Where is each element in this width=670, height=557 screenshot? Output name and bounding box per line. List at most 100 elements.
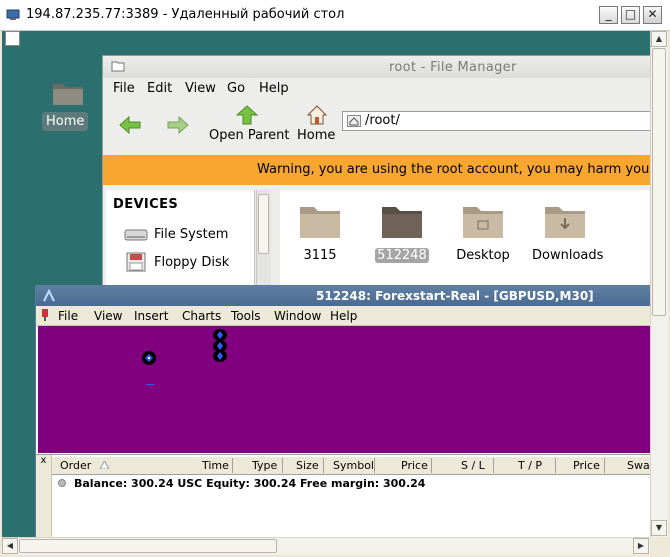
menu-help[interactable]: Help <box>259 81 289 96</box>
column-separator[interactable] <box>493 458 494 473</box>
column-swap[interactable]: Swap <box>627 459 650 474</box>
address-path: /root/ <box>365 113 400 128</box>
mt-menu-file[interactable]: File <box>58 309 78 323</box>
column-symbol[interactable]: Symbol <box>333 459 374 474</box>
folder-label: 512248 <box>375 248 429 263</box>
column-separator[interactable] <box>282 458 283 473</box>
sidebar-item-label: File System <box>154 227 229 242</box>
chart-price-line <box>146 384 154 385</box>
up-arrow-icon[interactable] <box>236 105 258 125</box>
warning-text: Warning, you are using the root account,… <box>257 162 650 177</box>
rdp-title-bar: 194.87.235.77:3389 - Удаленный рабочий с… <box>0 0 670 31</box>
desktop-toggle-button[interactable] <box>5 31 20 46</box>
metatrader-icon <box>43 289 55 302</box>
folder-icon <box>111 61 125 72</box>
column-order[interactable]: Order <box>60 459 91 474</box>
metatrader-title-bar[interactable]: 512248: Forexstart-Real - [GBPUSD,M30] <box>36 286 650 306</box>
sidebar-scroll-thumb[interactable] <box>258 194 269 254</box>
folder-icon <box>300 207 340 238</box>
close-button[interactable]: ✕ <box>643 6 662 24</box>
menu-view[interactable]: View <box>185 81 216 96</box>
folder-desktop[interactable]: Desktop <box>448 202 518 263</box>
vertical-scrollbar[interactable]: ▲ ▼ <box>650 31 668 537</box>
open-parent-button[interactable]: Open Parent <box>209 128 289 143</box>
chart-object-marker[interactable] <box>138 348 160 368</box>
scroll-down-button[interactable]: ▼ <box>651 520 667 536</box>
rdp-title: 194.87.235.77:3389 - Удаленный рабочий с… <box>26 7 345 22</box>
column-size[interactable]: Size <box>296 459 319 474</box>
file-manager-window: root - File Manager File Edit View Go He… <box>102 55 650 310</box>
file-manager-toolbar: Open Parent Home /root/ <box>103 100 650 152</box>
home-button[interactable]: Home <box>297 128 335 143</box>
sidebar-item-label: Floppy Disk <box>154 255 230 270</box>
folder-label: Downloads <box>532 248 604 263</box>
column-separator[interactable] <box>232 458 233 473</box>
folder-label: 3115 <box>303 248 337 263</box>
column-type[interactable]: Type <box>252 459 277 474</box>
balance-row[interactable]: Balance: 300.24 USC Equity: 300.24 Free … <box>52 475 650 492</box>
downloads-folder-icon <box>545 207 585 238</box>
balance-status-icon <box>58 479 66 487</box>
price-chart[interactable] <box>38 326 650 453</box>
horizontal-scrollbar[interactable]: ◀ ▶ <box>2 537 650 555</box>
menu-edit[interactable]: Edit <box>147 81 172 96</box>
remote-desktop-icon <box>6 9 20 20</box>
mt-menu-window[interactable]: Window <box>274 309 321 323</box>
scroll-up-button[interactable]: ▲ <box>651 31 667 47</box>
remote-desktop: Home root - File Manager File Edit View … <box>2 31 650 537</box>
folder-icon <box>382 207 422 238</box>
column-separator[interactable] <box>374 458 375 473</box>
column-separator[interactable] <box>431 458 432 473</box>
terminal-panel: x Order Time Type Size Symbol Price S / … <box>36 454 650 537</box>
file-manager-title: root - File Manager <box>389 60 517 75</box>
home-folder-icon[interactable] <box>52 80 84 106</box>
folder-downloads[interactable]: Downloads <box>530 202 603 263</box>
mt-menu-tools[interactable]: Tools <box>231 309 261 323</box>
menu-go[interactable]: Go <box>227 81 245 96</box>
folder-3115[interactable]: 3115 <box>285 202 355 263</box>
column-take-profit[interactable]: T / P <box>518 459 542 474</box>
address-bar[interactable]: /root/ <box>342 111 650 131</box>
vertical-scroll-thumb[interactable] <box>652 48 666 316</box>
balance-text: Balance: 300.24 USC Equity: 300.24 Free … <box>74 477 426 490</box>
devices-header: DEVICES <box>113 197 179 212</box>
file-manager-menubar: File Edit View Go Help <box>103 78 650 100</box>
column-stop-loss[interactable]: S / L <box>461 459 485 474</box>
terminal-close-button[interactable]: x <box>36 455 52 537</box>
metatrader-title: 512248: Forexstart-Real - [GBPUSD,M30] <box>316 289 594 303</box>
column-separator[interactable] <box>604 458 605 473</box>
column-current-price[interactable]: Price <box>573 459 600 474</box>
scroll-right-button[interactable]: ▶ <box>633 538 649 554</box>
home-location-icon <box>347 115 361 127</box>
back-arrow-icon[interactable] <box>119 116 141 134</box>
hard-drive-icon <box>124 229 148 241</box>
scrollbar-corner <box>650 537 667 554</box>
file-manager-title-bar[interactable]: root - File Manager <box>103 56 650 78</box>
sort-ascending-icon <box>100 461 109 469</box>
menu-file[interactable]: File <box>113 81 135 96</box>
folder-512248[interactable]: 512248 <box>367 202 437 263</box>
scroll-left-button[interactable]: ◀ <box>2 538 18 554</box>
maximize-button[interactable]: □ <box>621 6 640 24</box>
column-price[interactable]: Price <box>401 459 428 474</box>
root-warning-banner: Warning, you are using the root account,… <box>103 155 650 185</box>
column-time[interactable]: Time <box>202 459 229 474</box>
column-separator[interactable] <box>323 458 324 473</box>
mt-menu-charts[interactable]: Charts <box>182 309 221 323</box>
home-icon[interactable] <box>306 104 328 126</box>
forward-arrow-icon[interactable] <box>167 116 189 134</box>
column-separator[interactable] <box>555 458 556 473</box>
mt-menu-insert[interactable]: Insert <box>134 309 168 323</box>
mt-menu-view[interactable]: View <box>94 309 122 323</box>
home-desktop-label[interactable]: Home <box>42 112 89 131</box>
metatrader-menubar: File View Insert Charts Tools Window Hel… <box>36 306 650 326</box>
metatrader-window: 512248: Forexstart-Real - [GBPUSD,M30] F… <box>35 285 650 537</box>
chart-window-icon <box>42 309 48 321</box>
mt-menu-help[interactable]: Help <box>330 309 357 323</box>
orders-table-header: Order Time Type Size Symbol Price S / L … <box>52 457 650 475</box>
chart-object-marker[interactable] <box>208 328 232 364</box>
minimize-button[interactable]: _ <box>599 6 618 24</box>
desktop-folder-icon <box>463 207 503 238</box>
folder-label: Desktop <box>456 248 510 263</box>
horizontal-scroll-thumb[interactable] <box>19 539 277 553</box>
